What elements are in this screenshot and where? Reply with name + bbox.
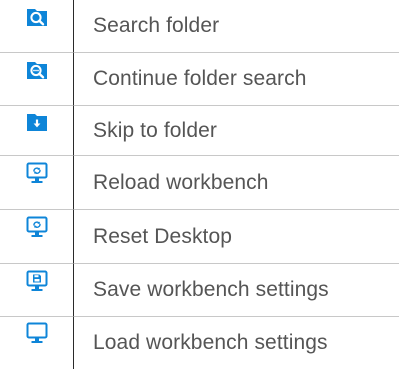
menu-item-save-workbench-settings[interactable]: Save workbench settings — [0, 264, 399, 317]
menu-item-label: Reload workbench — [74, 156, 399, 210]
reset-monitor-icon — [26, 216, 48, 238]
reload-monitor-icon — [26, 162, 48, 184]
continue-search-icon — [26, 59, 48, 81]
menu-item-label: Continue folder search — [74, 53, 399, 106]
menu-item-reset-desktop[interactable]: Reset Desktop — [0, 210, 399, 264]
icon-cell — [0, 0, 74, 53]
menu-item-label: Skip to folder — [74, 106, 399, 156]
icon-cell — [0, 264, 74, 317]
save-monitor-icon — [26, 270, 48, 292]
menu-item-label: Load workbench settings — [93, 331, 328, 354]
icon-cell — [0, 210, 74, 264]
menu-item-label: Search folder — [74, 0, 399, 53]
menu-item-search-folder[interactable]: Search folder — [0, 0, 399, 53]
search-folder-icon — [26, 6, 48, 28]
icon-cell — [0, 156, 74, 210]
menu-item-load-workbench-settings[interactable]: Load workbench settings — [0, 317, 399, 369]
icon-cell — [0, 317, 74, 369]
menu-item-skip-to-folder[interactable]: Skip to folder — [0, 106, 399, 156]
icon-cell — [0, 106, 74, 156]
workbench-menu: Search folder Continue folder search Ski… — [0, 0, 399, 369]
skip-to-folder-icon — [26, 111, 48, 133]
icon-cell — [0, 53, 74, 106]
monitor-icon — [26, 322, 48, 344]
menu-item-label: Reset Desktop — [74, 210, 399, 264]
menu-item-reload-workbench[interactable]: Reload workbench — [0, 156, 399, 210]
menu-item-continue-folder-search[interactable]: Continue folder search — [0, 53, 399, 106]
menu-item-label: Save workbench settings — [74, 264, 399, 317]
